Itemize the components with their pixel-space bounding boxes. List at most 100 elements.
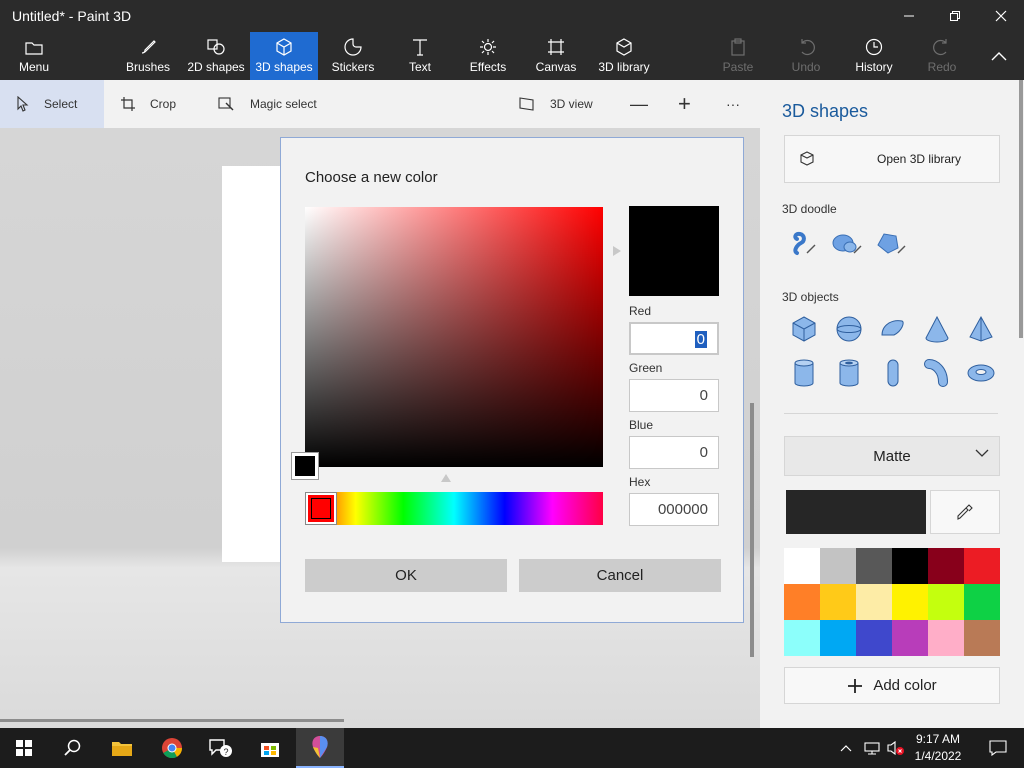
hue-slider-thumb[interactable] [305, 492, 337, 525]
redo-button[interactable]: Redo [920, 32, 964, 80]
more-options-button[interactable]: ··· [726, 80, 740, 128]
color-swatch[interactable] [784, 548, 820, 584]
tab-stickers[interactable]: Stickers [322, 32, 384, 80]
hemisphere-icon[interactable] [875, 311, 911, 347]
tab-effects[interactable]: Effects [466, 32, 510, 80]
hex-input[interactable]: 000000 [629, 493, 719, 526]
cancel-button[interactable]: Cancel [519, 559, 721, 592]
feedback-hub-icon[interactable]: ? [196, 728, 244, 768]
material-dropdown[interactable]: Matte [784, 436, 1000, 476]
color-swatch[interactable] [784, 584, 820, 620]
3d-view-label: 3D view [550, 97, 593, 111]
3d-view-toggle[interactable]: 3D view [518, 80, 593, 128]
windows-start-icon[interactable] [0, 728, 48, 768]
close-button[interactable] [978, 0, 1024, 32]
hue-slider[interactable] [305, 492, 603, 525]
capsule-icon[interactable] [875, 355, 911, 391]
add-color-button[interactable]: Add color [784, 667, 1000, 704]
color-swatch[interactable] [784, 620, 820, 656]
select-label: Select [44, 97, 78, 111]
color-swatch[interactable] [928, 584, 964, 620]
crop-tool[interactable]: Crop [120, 80, 176, 128]
donut-icon[interactable] [963, 355, 999, 391]
canvas-artboard[interactable] [222, 166, 282, 562]
tab-3d-library[interactable]: 3D library [594, 32, 654, 80]
bent-tube-icon[interactable] [919, 355, 955, 391]
tab-brushes[interactable]: Brushes [120, 32, 176, 80]
tab-text[interactable]: Text [398, 32, 442, 80]
sticker-icon [344, 38, 362, 56]
color-swatch[interactable] [964, 620, 1000, 656]
color-swatch[interactable] [820, 620, 856, 656]
cone-icon[interactable] [919, 311, 955, 347]
cylinder-icon[interactable] [786, 355, 822, 391]
ok-button[interactable]: OK [305, 559, 507, 592]
chevron-up-icon [991, 52, 1007, 61]
spectrum-cursor[interactable] [292, 453, 318, 479]
folder-icon [25, 42, 43, 55]
tab-2d-shapes[interactable]: 2D shapes [184, 32, 248, 80]
panel-divider [784, 413, 998, 414]
tube-icon[interactable] [831, 355, 867, 391]
color-swatch[interactable] [856, 584, 892, 620]
paste-button[interactable]: Paste [716, 32, 760, 80]
notifications-icon[interactable] [974, 728, 1022, 768]
color-swatch[interactable] [856, 548, 892, 584]
color-spectrum[interactable] [305, 207, 603, 467]
color-swatch[interactable] [964, 548, 1000, 584]
network-icon[interactable] [860, 728, 884, 768]
magic-select-tool[interactable]: Magic select [218, 80, 317, 128]
undo-button[interactable]: Undo [784, 32, 828, 80]
color-swatch[interactable] [928, 620, 964, 656]
minimize-button[interactable] [886, 0, 932, 32]
green-input[interactable]: 0 [629, 379, 719, 412]
horizontal-scrollbar[interactable] [0, 719, 344, 722]
system-clock[interactable]: 9:17 AM 1/4/2022 [905, 731, 971, 765]
color-swatch[interactable] [892, 620, 928, 656]
paint-3d-icon[interactable] [296, 728, 344, 768]
eyedropper-button[interactable] [930, 490, 1000, 534]
search-icon[interactable] [48, 728, 96, 768]
panel-scrollbar[interactable] [1019, 80, 1023, 338]
tab-label: 3D library [598, 60, 650, 74]
sphere-icon[interactable] [831, 311, 867, 347]
color-swatch[interactable] [820, 584, 856, 620]
zoom-out-button[interactable]: — [630, 80, 648, 128]
show-hidden-icons-chevron-icon[interactable] [834, 728, 858, 768]
zoom-in-icon: + [678, 91, 691, 116]
zoom-in-button[interactable]: + [678, 80, 691, 128]
blue-input[interactable]: 0 [629, 436, 719, 469]
red-input[interactable]: 0 [629, 322, 719, 355]
menu-button[interactable]: Menu [0, 32, 68, 80]
pyramid-icon[interactable] [963, 311, 999, 347]
stone-doodle-icon[interactable] [872, 224, 908, 260]
tab-3d-shapes[interactable]: 3D shapes [250, 32, 318, 80]
cube-icon[interactable] [786, 311, 822, 347]
color-swatch[interactable] [820, 548, 856, 584]
chrome-icon[interactable] [148, 728, 196, 768]
collapse-ribbon-button[interactable] [976, 32, 1022, 80]
tab-canvas[interactable]: Canvas [532, 32, 580, 80]
open-3d-library-button[interactable]: Open 3D library [784, 135, 1000, 183]
history-button[interactable]: History [848, 32, 900, 80]
sharp-edge-doodle-icon[interactable] [784, 224, 820, 260]
magic-select-label: Magic select [250, 97, 317, 111]
color-preview [629, 206, 719, 296]
undo-label: Undo [791, 60, 821, 74]
restore-button[interactable] [932, 0, 978, 32]
store-icon[interactable] [246, 728, 294, 768]
color-swatch[interactable] [892, 548, 928, 584]
vertical-scrollbar[interactable] [750, 403, 754, 657]
color-swatch[interactable] [856, 620, 892, 656]
soft-edge-doodle-icon[interactable] [828, 224, 864, 260]
3d-shapes-panel: 3D shapes Open 3D library 3D doodle 3D o… [760, 80, 1024, 728]
file-explorer-icon[interactable] [98, 728, 146, 768]
objects-section-label: 3D objects [782, 290, 839, 304]
color-swatch[interactable] [892, 584, 928, 620]
select-tool[interactable]: Select [0, 80, 104, 128]
history-label: History [855, 60, 893, 74]
color-swatch[interactable] [928, 548, 964, 584]
current-color-swatch[interactable] [786, 490, 926, 534]
color-swatch[interactable] [964, 584, 1000, 620]
redo-icon [933, 39, 947, 56]
